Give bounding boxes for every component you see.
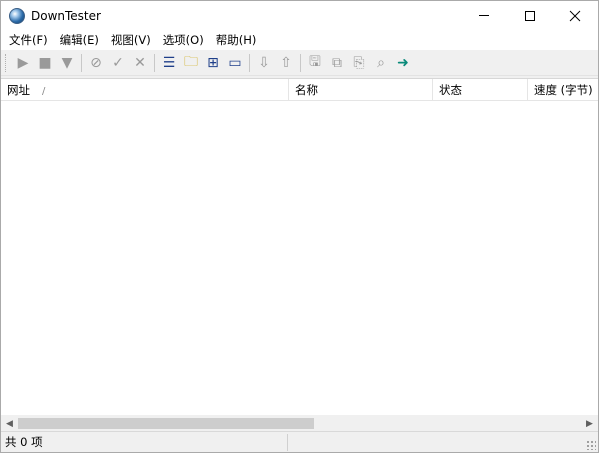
search-icon[interactable]: ⌕: [370, 52, 392, 74]
resize-grip-icon[interactable]: [586, 440, 596, 450]
exit-icon[interactable]: ➜: [392, 52, 414, 74]
toolbar-grip[interactable]: [5, 53, 8, 72]
status-pane: [287, 433, 583, 451]
toolbar-separator: [300, 53, 301, 72]
status-bar: 共 0 项: [1, 431, 598, 452]
column-label: 速度 (字节): [534, 83, 593, 97]
save-icon[interactable]: 🖫: [304, 52, 326, 74]
minimize-icon: [479, 15, 489, 16]
close-icon: [569, 10, 581, 21]
ban-icon[interactable]: ⊘: [85, 52, 107, 74]
scrollbar-thumb[interactable]: [18, 418, 314, 429]
download-list[interactable]: 网址 / 名称 状态 速度 (字节) ◀ ▶: [1, 78, 598, 432]
column-header-url[interactable]: 网址 /: [1, 79, 289, 101]
maximize-icon: [525, 10, 535, 21]
cross-icon[interactable]: ✕: [129, 52, 151, 74]
column-header-speed[interactable]: 速度 (字节): [528, 79, 598, 101]
column-label: 名称: [295, 83, 318, 97]
arrow-up-icon[interactable]: ⇧: [275, 52, 297, 74]
menu-edit[interactable]: 编辑(E): [54, 30, 105, 50]
column-header-name[interactable]: 名称: [289, 79, 433, 101]
menu-help[interactable]: 帮助(H): [210, 30, 263, 50]
menu-bar: 文件(F) 编辑(E) 视图(V) 选项(O) 帮助(H): [1, 30, 598, 50]
list-icon[interactable]: ☰: [158, 52, 180, 74]
menu-file[interactable]: 文件(F): [3, 30, 54, 50]
column-header-status[interactable]: 状态: [433, 79, 528, 101]
close-button[interactable]: [552, 1, 598, 30]
copy-icon[interactable]: ⧉: [326, 52, 348, 74]
toolbar-separator: [249, 53, 250, 72]
menu-view[interactable]: 视图(V): [105, 30, 157, 50]
toolbar-separator: [81, 53, 82, 72]
add-file-icon[interactable]: ⊞: [202, 52, 224, 74]
stop-icon[interactable]: ■: [34, 52, 56, 74]
window-title: DownTester: [31, 8, 101, 23]
maximize-button[interactable]: [507, 1, 553, 30]
folder-icon[interactable]: 🗀: [180, 52, 202, 74]
toolbar: ▶ ■ ▼ ⊘ ✓ ✕ ☰ 🗀 ⊞ ▭ ⇩ ⇧ 🖫 ⧉ ⎘ ⌕ ➜: [1, 50, 598, 76]
minimize-button[interactable]: [461, 1, 507, 30]
sort-indicator-icon: /: [42, 86, 46, 97]
paste-icon[interactable]: ⎘: [348, 52, 370, 74]
column-label: 网址: [7, 83, 30, 97]
title-bar[interactable]: DownTester: [1, 1, 598, 30]
window-icon[interactable]: ▭: [224, 52, 246, 74]
item-count: 共 0 项: [5, 435, 43, 449]
app-window: DownTester 文件(F) 编辑(E) 视图(V) 选项(O) 帮助(H)…: [0, 0, 599, 453]
column-label: 状态: [439, 83, 462, 97]
arrow-down-icon[interactable]: ⇩: [253, 52, 275, 74]
toolbar-separator: [154, 53, 155, 72]
menu-options[interactable]: 选项(O): [157, 30, 210, 50]
globe-icon: [9, 7, 25, 24]
filter-icon[interactable]: ▼: [56, 52, 78, 74]
horizontal-scrollbar[interactable]: ◀ ▶: [1, 415, 598, 432]
play-icon[interactable]: ▶: [12, 52, 34, 74]
scroll-right-icon[interactable]: ▶: [581, 415, 598, 432]
list-header: 网址 / 名称 状态 速度 (字节): [1, 79, 598, 101]
scroll-left-icon[interactable]: ◀: [1, 415, 18, 432]
check-icon[interactable]: ✓: [107, 52, 129, 74]
